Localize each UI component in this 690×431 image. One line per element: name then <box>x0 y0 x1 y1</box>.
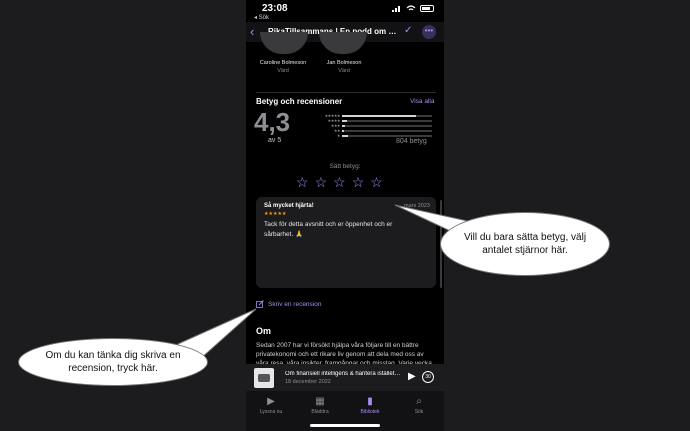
review-instruction-text: Om du kan tänka dig skriva en recension,… <box>45 350 181 374</box>
review-instruction-callout: Om du kan tänka dig skriva en recension,… <box>18 338 208 386</box>
rating-instruction-text: Vill du bara sätta betyg, välj antalet s… <box>463 232 587 256</box>
rating-instruction-callout: Vill du bara sätta betyg, välj antalet s… <box>440 212 610 276</box>
